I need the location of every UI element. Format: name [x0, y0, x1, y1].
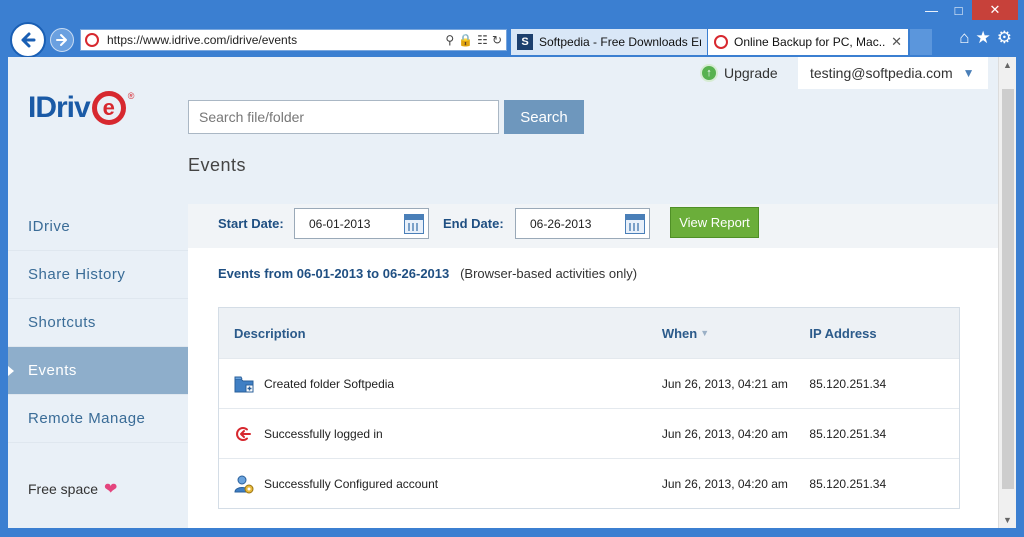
- sidebar-item-shortcuts[interactable]: Shortcuts: [8, 299, 188, 347]
- table-row: Successfully Configured account Jun 26, …: [219, 458, 959, 508]
- start-date-field[interactable]: 06-01-2013: [294, 208, 429, 239]
- search-icon[interactable]: ⚲: [445, 33, 454, 47]
- chevron-down-icon: ▼: [962, 66, 975, 80]
- idrive-favicon-icon: [714, 35, 728, 49]
- row-when: Jun 26, 2013, 04:20 am: [661, 476, 788, 491]
- logo-registered: ®: [127, 91, 135, 101]
- url-text[interactable]: https://www.idrive.com/idrive/events: [107, 33, 445, 47]
- folder-add-icon: [234, 374, 254, 394]
- login-icon: [234, 424, 254, 444]
- row-description: Successfully logged in: [264, 426, 383, 441]
- tab-softpedia[interactable]: S Softpedia - Free Downloads En...: [511, 29, 707, 55]
- table-header: Description When ▼ IP Address: [219, 308, 959, 358]
- minimize-icon[interactable]: —: [918, 0, 945, 20]
- events-table: Description When ▼ IP Address Created fo…: [218, 307, 960, 509]
- sidebar: IDriv e ® IDrive Share History Shortcuts…: [8, 57, 188, 528]
- end-date-value: 06-26-2013: [530, 216, 592, 231]
- end-date-field[interactable]: 06-26-2013: [515, 208, 650, 239]
- calendar-icon[interactable]: [625, 214, 645, 234]
- tab-label: Online Backup for PC, Mac...: [734, 35, 886, 49]
- sort-desc-icon: ▼: [700, 328, 710, 338]
- upgrade-label: Upgrade: [724, 65, 778, 81]
- search-input[interactable]: [188, 100, 499, 134]
- refresh-icon[interactable]: ↻: [492, 33, 502, 47]
- column-description[interactable]: Description: [219, 326, 662, 341]
- upgrade-link[interactable]: ↑ Upgrade: [700, 64, 778, 82]
- scroll-up-icon[interactable]: ▲: [999, 57, 1016, 73]
- heart-icon: ❤: [104, 481, 118, 498]
- end-date-label: End Date:: [443, 216, 504, 231]
- upgrade-arrow-icon: ↑: [700, 64, 718, 82]
- table-row: Created folder Softpedia Jun 26, 2013, 0…: [219, 358, 959, 408]
- tab-idrive[interactable]: Online Backup for PC, Mac... ✕: [708, 29, 908, 55]
- sidebar-item-events[interactable]: Events: [8, 347, 188, 395]
- events-note: (Browser-based activities only): [460, 266, 638, 281]
- tab-label: Softpedia - Free Downloads En...: [539, 35, 701, 49]
- column-ip-address[interactable]: IP Address: [809, 326, 959, 341]
- sidebar-item-remote-manage[interactable]: Remote Manage: [8, 395, 188, 443]
- start-date-value: 06-01-2013: [309, 216, 371, 231]
- search-button[interactable]: Search: [504, 100, 584, 134]
- free-space-link[interactable]: Free space ❤: [28, 479, 117, 499]
- user-settings-icon: [234, 474, 254, 494]
- table-row: Successfully logged in Jun 26, 2013, 04:…: [219, 408, 959, 458]
- idrive-logo[interactable]: IDriv e ®: [28, 91, 134, 125]
- scroll-down-icon[interactable]: ▼: [999, 512, 1016, 528]
- row-ip: 85.120.251.34: [809, 376, 887, 391]
- window-controls: — □ ✕: [918, 0, 1018, 20]
- browser-chrome: — □ ✕ https://www.idrive.com/idrive/even…: [0, 0, 1024, 58]
- forward-icon[interactable]: [50, 28, 74, 52]
- column-when[interactable]: When ▼: [662, 326, 810, 341]
- vertical-scrollbar[interactable]: ▲ ▼: [998, 57, 1016, 528]
- compat-icon[interactable]: ☷: [477, 33, 488, 47]
- free-space-label: Free space: [28, 481, 99, 497]
- scrollbar-thumb[interactable]: [1002, 89, 1014, 489]
- maximize-icon[interactable]: □: [945, 0, 972, 20]
- user-email: testing@softpedia.com: [810, 65, 953, 81]
- logo-e-icon: e: [91, 91, 126, 125]
- close-icon[interactable]: ✕: [972, 0, 1018, 20]
- row-when: Jun 26, 2013, 04:20 am: [661, 426, 788, 441]
- events-panel: Start Date: 06-01-2013 End Date: 06-26-2…: [188, 204, 998, 528]
- tab-close-icon[interactable]: ✕: [891, 34, 902, 50]
- date-filters: Start Date: 06-01-2013 End Date: 06-26-2…: [188, 204, 998, 248]
- lock-icon[interactable]: 🔒: [458, 33, 473, 47]
- idrive-favicon-icon: [85, 33, 99, 47]
- page-viewport: IDriv e ® IDrive Share History Shortcuts…: [8, 57, 998, 528]
- favorites-icon[interactable]: ★: [976, 28, 991, 48]
- row-description: Successfully Configured account: [264, 476, 439, 491]
- row-description: Created folder Softpedia: [264, 376, 395, 391]
- back-icon[interactable]: [10, 22, 46, 58]
- row-ip: 85.120.251.34: [809, 426, 887, 441]
- calendar-icon[interactable]: [404, 214, 424, 234]
- view-report-button[interactable]: View Report: [670, 207, 759, 238]
- row-ip: 85.120.251.34: [809, 476, 887, 491]
- home-icon[interactable]: ⌂: [959, 28, 969, 48]
- column-when-label: When: [661, 325, 698, 341]
- address-bar[interactable]: https://www.idrive.com/idrive/events ⚲ 🔒…: [80, 29, 507, 51]
- softpedia-favicon-icon: S: [517, 34, 533, 50]
- new-tab-button[interactable]: [910, 29, 932, 55]
- logo-text: IDriv: [28, 91, 91, 124]
- row-when: Jun 26, 2013, 04:21 am: [661, 376, 788, 391]
- settings-icon[interactable]: ⚙: [997, 28, 1012, 48]
- sidebar-nav: IDrive Share History Shortcuts Events Re…: [8, 203, 188, 443]
- sidebar-item-share-history[interactable]: Share History: [8, 251, 188, 299]
- events-range-summary: Events from 06-01-2013 to 06-26-2013 (Br…: [218, 266, 637, 281]
- start-date-label: Start Date:: [218, 216, 284, 231]
- user-menu[interactable]: testing@softpedia.com ▼: [798, 57, 988, 89]
- sidebar-item-idrive[interactable]: IDrive: [8, 203, 188, 251]
- events-range-label: Events from 06-01-2013 to 06-26-2013: [218, 266, 450, 281]
- page-title: Events: [188, 155, 247, 175]
